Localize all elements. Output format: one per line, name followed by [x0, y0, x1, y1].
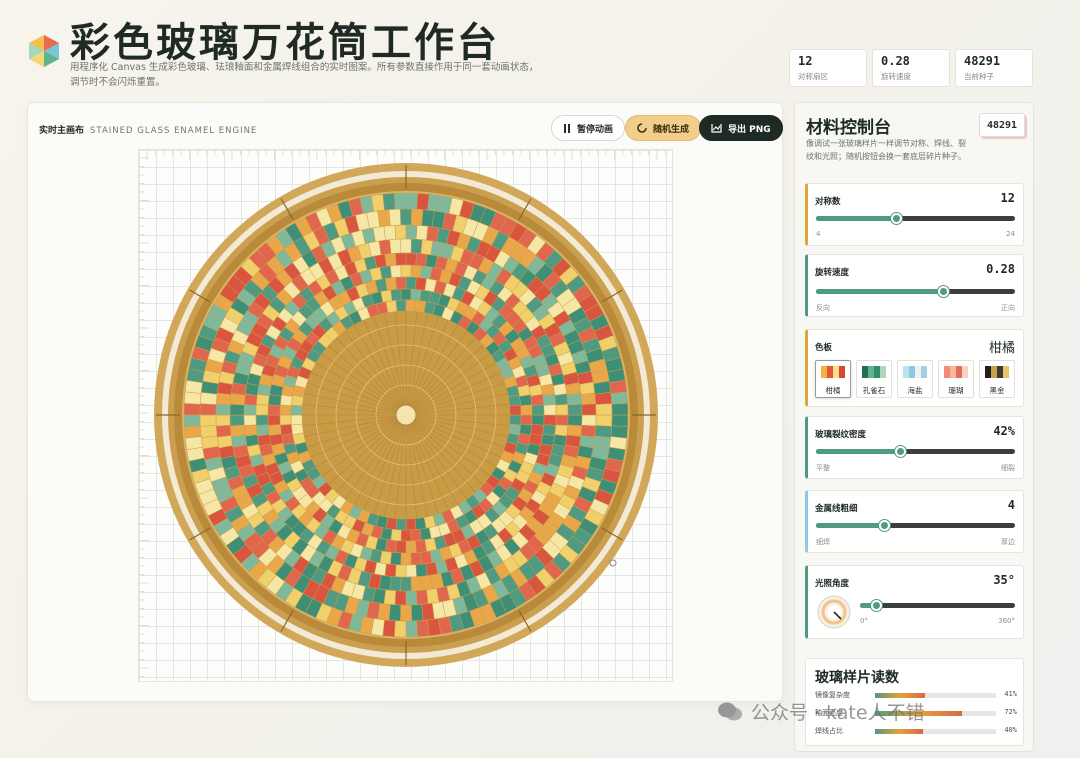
stat-label: 当前种子: [964, 72, 994, 81]
stat-value: 48291: [964, 54, 1001, 68]
palette-swatch-4[interactable]: 黑金: [979, 360, 1015, 398]
page-subtitle: 用程序化 Canvas 生成彩色玻璃、珐琅釉面和金属焊线组合的实时图案。所有参数…: [70, 62, 539, 88]
light-angle-control: 光照角度 35° 0° 360°: [805, 565, 1024, 639]
crack-density-control: 玻璃裂纹密度 42% 平整 细裂: [805, 416, 1024, 479]
slider-min: 0°: [860, 617, 868, 625]
control-name: 对称数: [815, 197, 841, 207]
kaleidoscope-canvas[interactable]: [138, 149, 673, 682]
slider-max: 360°: [998, 617, 1015, 625]
export-label: 导出 PNG: [728, 124, 771, 135]
main-canvas-panel: 实时主画布 STAINED GLASS ENAMEL ENGINE 暂停动画 随机…: [27, 102, 783, 702]
pause-icon: [564, 123, 570, 133]
slider-max: 细裂: [1001, 464, 1015, 472]
swatch-label: 黑金: [989, 386, 1005, 395]
slider-knob[interactable]: [878, 520, 890, 531]
control-value: 12: [1000, 191, 1015, 205]
control-value: 4: [1007, 498, 1015, 512]
palette-options: 柑橘 孔雀石 海盐 珊瑚 黑金: [815, 360, 1015, 398]
control-name: 光照角度: [815, 579, 850, 589]
swatch-label: 柑橘: [825, 386, 841, 395]
control-name: 旋转速度: [815, 268, 850, 278]
readout-value: 41%: [1004, 690, 1017, 698]
readout-value: 40%: [1004, 726, 1017, 734]
control-name: 金属线粗细: [815, 504, 858, 514]
palette-swatch-2[interactable]: 海盐: [897, 360, 933, 398]
palette-swatch-3[interactable]: 珊瑚: [938, 360, 974, 398]
slider-max: 厚边: [1001, 538, 1015, 546]
readout-value: 72%: [1004, 708, 1017, 716]
random-button[interactable]: 随机生成: [625, 115, 702, 141]
slider-max: 24: [1006, 230, 1015, 238]
light-slider[interactable]: [860, 600, 1015, 611]
slider-knob[interactable]: [894, 446, 906, 457]
stat-value: 12: [798, 54, 813, 68]
wire-slider[interactable]: [816, 520, 1015, 531]
palette-control: 色板 柑橘 柑橘 孔雀石 海盐 珊瑚 黑金: [805, 329, 1024, 407]
control-value: 35°: [993, 573, 1015, 587]
pause-button[interactable]: 暂停动画: [551, 115, 626, 141]
light-dial-icon[interactable]: [816, 594, 852, 630]
control-name: 玻璃裂纹密度: [815, 430, 867, 440]
canvas-header: 实时主画布 STAINED GLASS ENAMEL ENGINE: [39, 123, 257, 136]
stat-speed: 0.28 旋转速度: [872, 49, 950, 87]
slider-min: 反向: [816, 304, 830, 312]
slider-min: 细焊: [816, 538, 830, 546]
watermark: 公众号 · kate人不错: [717, 698, 925, 725]
crack-slider[interactable]: [816, 446, 1015, 457]
control-value: 0.28: [986, 262, 1015, 276]
swatch-label: 孔雀石: [862, 386, 886, 395]
random-label: 随机生成: [653, 124, 690, 135]
palette-swatch-0[interactable]: 柑橘: [815, 360, 851, 398]
readout-title: 玻璃样片读数: [815, 670, 899, 686]
watermark-text: 公众号 · kate人不错: [751, 702, 925, 724]
panel-description: 像调试一张玻璃样片一样调节对称、焊线、裂纹和光照；随机按钮会换一套底层碎片种子。: [806, 139, 966, 161]
pause-label: 暂停动画: [577, 124, 614, 135]
slider-knob[interactable]: [890, 213, 902, 224]
control-name: 色板: [815, 343, 833, 353]
slider-min: 4: [816, 230, 821, 238]
engine-label: STAINED GLASS ENAMEL ENGINE: [90, 126, 258, 136]
stat-label: 旋转速度: [881, 72, 911, 81]
slider-knob[interactable]: [938, 286, 950, 297]
palette-swatch-1[interactable]: 孔雀石: [856, 360, 892, 398]
slider-knob[interactable]: [870, 600, 882, 611]
symmetry-control: 对称数 12 4 24: [805, 183, 1024, 246]
speed-slider[interactable]: [816, 286, 1015, 297]
kaleidoscope-graphic: [139, 150, 666, 677]
slider-max: 正向: [1001, 304, 1015, 312]
stat-seed: 48291 当前种子: [955, 49, 1033, 87]
symmetry-slider[interactable]: [816, 213, 1015, 224]
swatch-label: 海盐: [907, 386, 923, 395]
swatch-label: 珊瑚: [948, 386, 964, 395]
readout-row: 焊线占比 40%: [815, 726, 1025, 738]
refresh-icon: [637, 123, 647, 133]
control-value: 柑橘: [988, 341, 1015, 356]
material-control-panel: 材料控制台 48291 像调试一张玻璃样片一样调节对称、焊线、裂纹和光照；随机按…: [794, 102, 1034, 752]
wechat-icon: [718, 702, 742, 720]
image-export-icon: [711, 124, 722, 133]
panel-title: 材料控制台: [806, 118, 891, 138]
app-logo-icon: [29, 35, 59, 67]
stat-label: 对称扇区: [798, 72, 828, 81]
export-button[interactable]: 导出 PNG: [699, 115, 783, 141]
seed-display: 48291: [979, 113, 1025, 137]
stat-symmetry: 12 对称扇区: [789, 49, 867, 87]
canvas-label: 实时主画布: [39, 126, 85, 136]
wire-thickness-control: 金属线粗细 4 细焊 厚边: [805, 490, 1024, 553]
speed-control: 旋转速度 0.28 反向 正向: [805, 254, 1024, 317]
stat-value: 0.28: [881, 54, 910, 68]
control-value: 42%: [993, 424, 1015, 438]
slider-min: 平整: [816, 464, 830, 472]
readout-label: 焊线占比: [815, 727, 843, 735]
